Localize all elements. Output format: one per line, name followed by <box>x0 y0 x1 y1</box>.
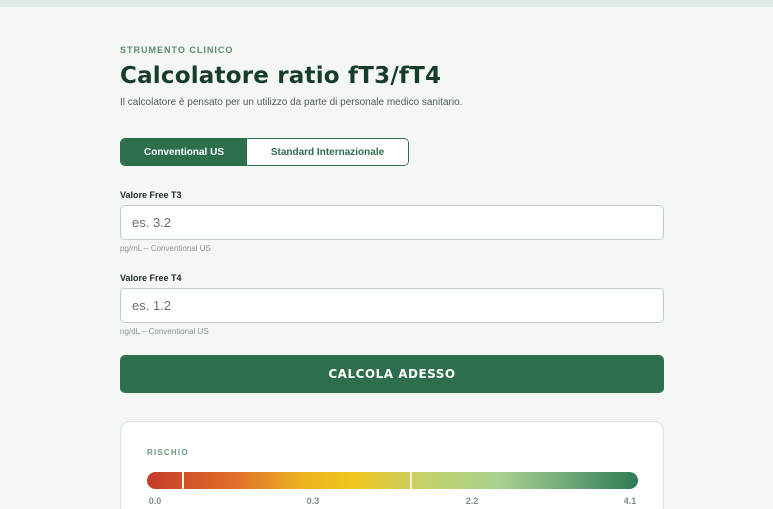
risk-tick-label: 4.1 <box>623 496 637 506</box>
ft4-input[interactable] <box>120 288 664 323</box>
risk-tick-label: 2.2 <box>465 496 479 506</box>
ft4-unit-hint: ng/dL – Conventional US <box>120 327 209 336</box>
unit-toggle: Conventional US Standard Internazionale <box>120 138 409 166</box>
eyebrow-label: STRUMENTO CLINICO <box>120 45 234 55</box>
risk-heading: RISCHIO <box>147 448 189 457</box>
page-title: Calcolatore ratio fT3/fT4 <box>120 63 442 89</box>
risk-card: RISCHIO 0.0 0.3 2.2 4.1 <box>120 421 664 509</box>
ft3-label: Valore Free T3 <box>120 190 182 200</box>
risk-divider <box>410 472 412 489</box>
risk-gradient-bar <box>147 472 638 489</box>
risk-divider <box>182 472 184 489</box>
ft4-label: Valore Free T4 <box>120 273 182 283</box>
ft3-unit-hint: pg/mL – Conventional US <box>120 244 211 253</box>
page-subtitle: Il calcolatore è pensato per un utilizzo… <box>120 97 463 108</box>
unit-option-conventional-us[interactable]: Conventional US <box>121 139 247 165</box>
ft3-input[interactable] <box>120 205 664 240</box>
calculate-button[interactable]: CALCOLA ADESSO <box>120 355 664 393</box>
unit-option-standard-internazionale[interactable]: Standard Internazionale <box>247 139 408 165</box>
top-strip <box>0 0 773 7</box>
risk-tick-label: 0.0 <box>148 496 162 506</box>
risk-tick-label: 0.3 <box>306 496 320 506</box>
